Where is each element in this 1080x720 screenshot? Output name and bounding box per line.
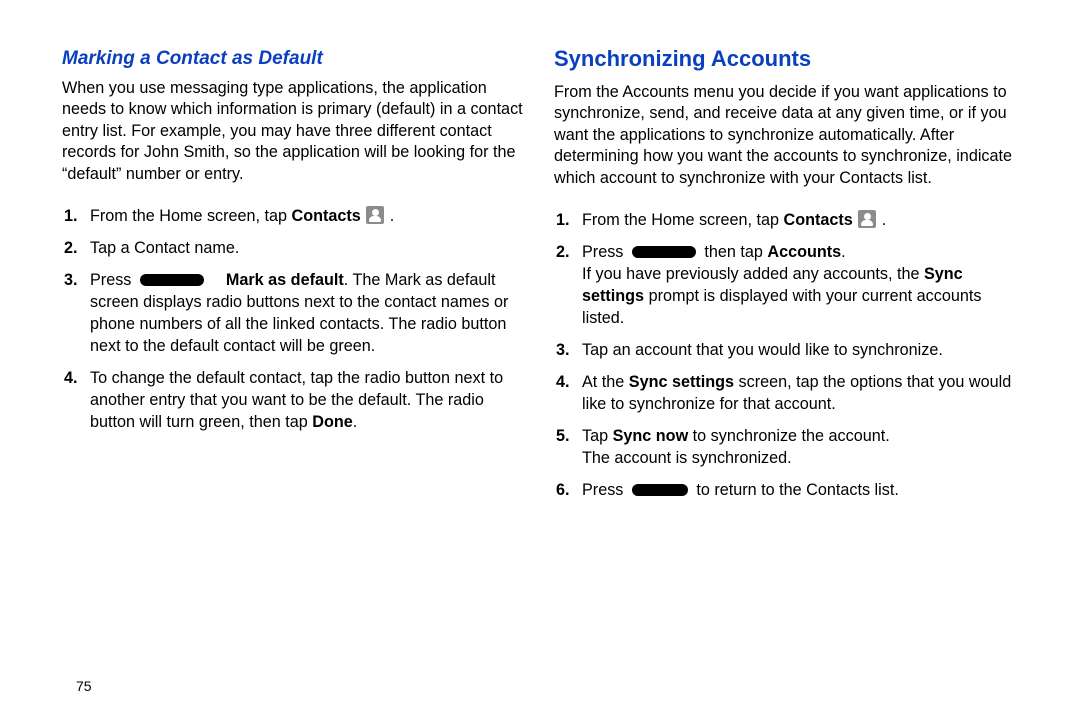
page-number: 75 (76, 678, 92, 694)
step-text: Tap an account that you would like to sy… (582, 341, 943, 359)
right-column: Synchronizing Accounts From the Accounts… (540, 40, 1032, 720)
step-item: From the Home screen, tap Contacts . (554, 209, 1018, 231)
menu-button-icon (140, 274, 204, 286)
step-text: Press (90, 271, 136, 289)
menu-button-icon (632, 246, 696, 258)
left-column: Marking a Contact as Default When you us… (48, 40, 540, 720)
step-text: From the Home screen, tap (90, 207, 292, 225)
step-text: . (353, 413, 358, 431)
step-text: then tap (700, 243, 768, 261)
step-text: To change the default contact, tap the r… (90, 369, 503, 431)
bold-text: Done (312, 413, 352, 431)
step-text: At the (582, 373, 629, 391)
step-item: Tap an account that you would like to sy… (554, 339, 1018, 361)
step-text: . (841, 243, 846, 261)
contacts-icon (366, 206, 384, 224)
subheading-marking-default: Marking a Contact as Default (62, 48, 526, 70)
manual-page: Marking a Contact as Default When you us… (0, 0, 1080, 720)
step-item: Tap a Contact name. (62, 237, 526, 259)
contacts-icon (858, 210, 876, 228)
steps-list-left: From the Home screen, tap Contacts . Tap… (62, 199, 526, 443)
intro-paragraph: From the Accounts menu you decide if you… (554, 82, 1018, 189)
step-text: Tap a Contact name. (90, 239, 239, 257)
steps-list-right: From the Home screen, tap Contacts . Pre… (554, 203, 1018, 511)
bold-text: Sync now (613, 427, 689, 445)
step-text: If you have previously added any account… (582, 265, 924, 283)
step-text: The account is synchronized. (582, 449, 792, 467)
step-item: Press Mark as default. The Mark as defau… (62, 269, 526, 357)
step-item: To change the default contact, tap the r… (62, 367, 526, 433)
step-text: From the Home screen, tap (582, 211, 784, 229)
step-text: Tap (582, 427, 613, 445)
step-item: From the Home screen, tap Contacts . (62, 205, 526, 227)
step-item: At the Sync settings screen, tap the opt… (554, 371, 1018, 415)
bold-text: Mark as default (226, 271, 344, 289)
step-text: to synchronize the account. (688, 427, 890, 445)
step-item: Press to return to the Contacts list. (554, 479, 1018, 501)
back-button-icon (632, 484, 688, 496)
step-text: Press (582, 243, 628, 261)
step-item: Press then tap Accounts. If you have pre… (554, 241, 1018, 329)
step-item: Tap Sync now to synchronize the account.… (554, 425, 1018, 469)
bold-text: Contacts (784, 211, 853, 229)
step-text: . (385, 207, 394, 225)
heading-synchronizing: Synchronizing Accounts (554, 46, 1018, 72)
step-text: . (877, 211, 886, 229)
intro-paragraph: When you use messaging type applications… (62, 78, 526, 185)
bold-text: Contacts (292, 207, 361, 225)
step-text: Press (582, 481, 628, 499)
bold-text: Sync settings (629, 373, 734, 391)
step-text: to return to the Contacts list. (692, 481, 899, 499)
bold-text: Accounts (767, 243, 841, 261)
